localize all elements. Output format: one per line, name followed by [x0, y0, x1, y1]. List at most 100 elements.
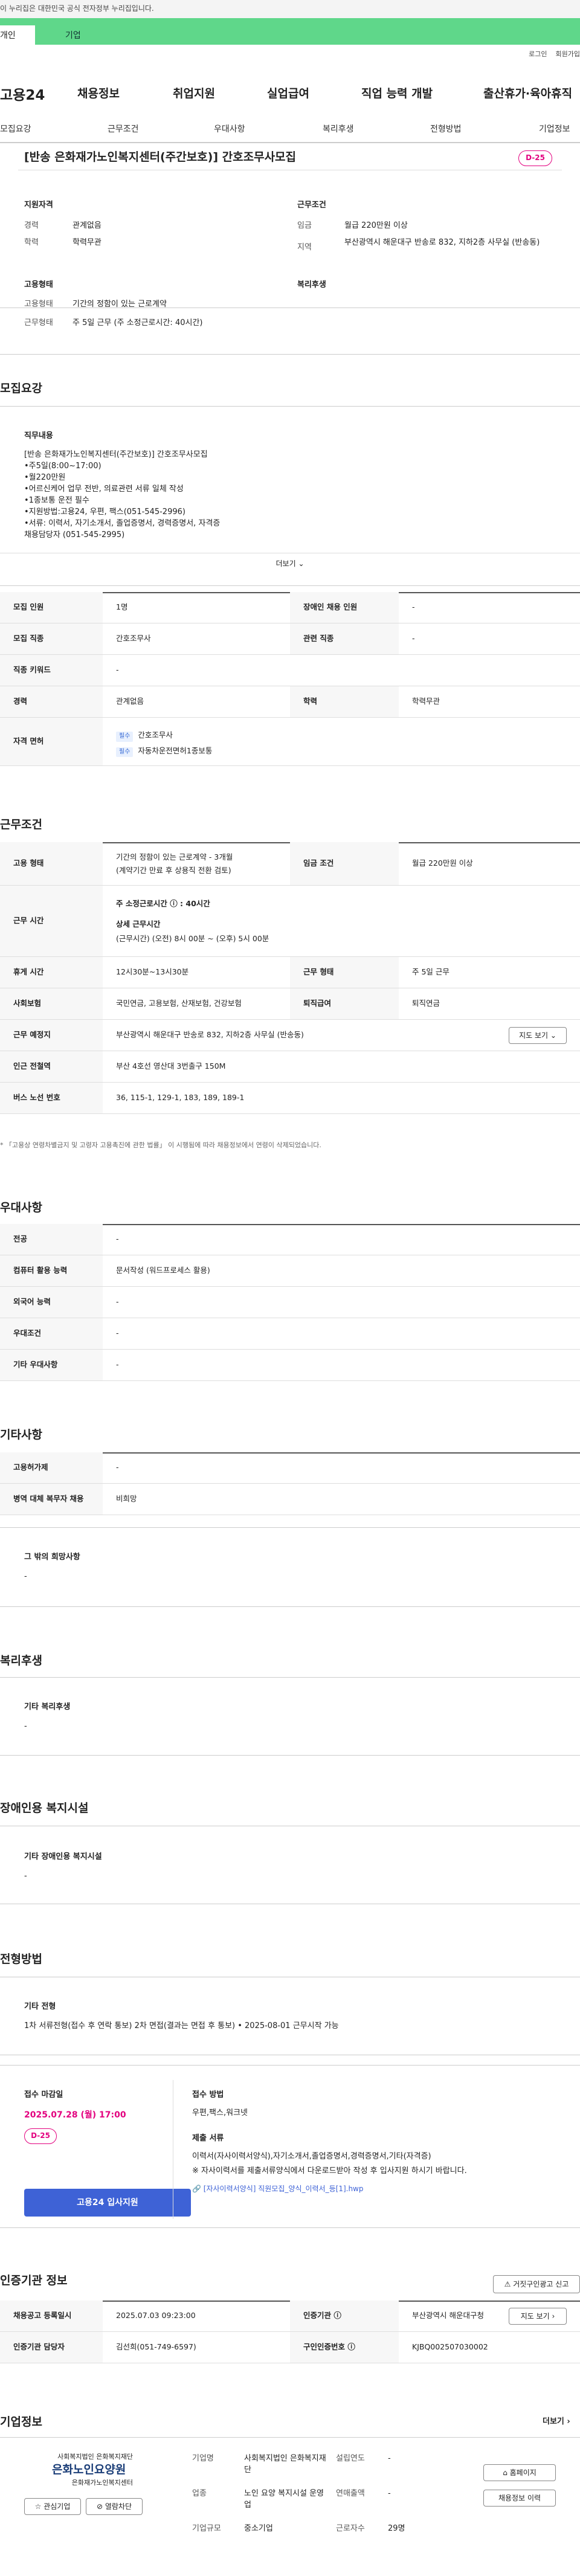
required-tag: 필수 [116, 732, 134, 742]
gnb-jobs[interactable]: 채용정보 [77, 86, 120, 103]
gnb-training[interactable]: 직업 능력 개발 [361, 86, 433, 103]
row-value: 주 5일 근무 [412, 967, 450, 977]
gnb-support[interactable]: 취업지원 [173, 86, 215, 103]
history-button[interactable]: 채용정보 이력 [483, 2490, 556, 2507]
row-label: 경력 [0, 686, 103, 717]
table-row: 기타 우대사항 - [0, 1350, 580, 1381]
snb-pref[interactable]: 우대사항 [214, 123, 245, 135]
emp-type-sub: (계약기간 만료 후 상용직 전환 검토) [116, 866, 231, 875]
row-label: 병역 대체 복무자 채용 [0, 1484, 103, 1515]
row-label: 휴게 시간 [0, 957, 103, 988]
comp-value: 사회복지법인 은화복지재단 [244, 2454, 326, 2475]
row-value: 간호조무사 [116, 634, 151, 643]
qual-label: 경력 [24, 221, 39, 230]
method-value: 우편,팩스,워크넷 [192, 2108, 248, 2117]
tab-individual[interactable]: 개인 [0, 25, 35, 45]
docs-note: ※ 자사이력서를 제출서류양식에서 다운로드받아 작성 후 입사지원 하시기 바… [192, 2166, 467, 2175]
map-button[interactable]: 지도 보기 ⌄ [509, 1027, 567, 1044]
block-button[interactable]: ⊘ 열람차단 [86, 2498, 143, 2515]
table-row: 사회보험 국민연금, 고용보험, 산재보험, 건강보험 퇴직급여 퇴직연금 [0, 988, 580, 1020]
snb-company[interactable]: 기업정보 [539, 123, 570, 135]
section-title-pref: 우대사항 [0, 1201, 42, 1214]
fav-button[interactable]: ☆ 관심기업 [24, 2498, 81, 2515]
row-label: 학력 [290, 686, 399, 717]
row-value: 부산 4호선 영산대 3번출구 150M [116, 1061, 226, 1071]
tab-company[interactable]: 기업 [58, 25, 81, 45]
qual-heading: 지원자격 [24, 201, 53, 210]
row-label: 채용공고 등록일시 [0, 2301, 103, 2331]
report-icon: ⚠ [504, 2280, 511, 2288]
row-label: 임금 조건 [290, 842, 399, 885]
emp-label: 고용형태 [24, 300, 53, 309]
cond-label: 임금 [297, 221, 312, 230]
gnb-benefits[interactable]: 실업급여 [267, 86, 309, 103]
table-row: 컴퓨터 활용 능력 문서작성 (워드프로세스 활용) [0, 1255, 580, 1287]
table-row: 직종 키워드 - [0, 655, 580, 686]
row-label: 고용 형태 [0, 842, 103, 885]
section-title-sel: 전형방법 [0, 1953, 42, 1966]
comp-label: 연매출액 [336, 2489, 365, 2498]
snb-work[interactable]: 근무조건 [108, 123, 139, 135]
row-label: 인증기관 ⓘ [290, 2301, 399, 2331]
row-value: - [412, 602, 415, 612]
comp-more-link[interactable]: 더보기 › [543, 2417, 570, 2428]
table-row: 모집 직종 간호조무사 관련 직종 - [0, 623, 580, 655]
row-value: - [116, 1234, 119, 1244]
other-value: - [24, 1572, 27, 1581]
qual-value: 학력무관 [72, 238, 102, 247]
table-row: 근무 시간 주 소정근로시간 ⓘ : 40시간 상세 근무시간 (근무시간) (… [0, 886, 580, 957]
cert-map-button[interactable]: 지도 보기 › [509, 2308, 567, 2325]
row-label: 인증기관 담당자 [0, 2332, 103, 2363]
snb-welfare[interactable]: 복리후생 [323, 123, 354, 135]
gnb-leave[interactable]: 출산휴가·육아휴직 [483, 86, 572, 103]
signup-link[interactable]: 회원가입 [556, 50, 580, 58]
company-logo: 사회복지법인 은화복지재단 은화노인요양원 은화재가노인복지센터 [52, 2453, 133, 2487]
comp-value: 중소기업 [244, 2524, 273, 2533]
sel-kind-value: 1차 서류전형(접수 후 연락 통보) 2차 면접(결과는 면접 후 통보) •… [24, 2021, 339, 2030]
deadline-value: 2025.07.28 (월) 17:00 [24, 2110, 126, 2120]
user-type-bar [0, 18, 580, 45]
job-summary: [반송 은화재가노인복지센터(주간보호)] 간호조무사모집 D-25 지원자격 … [0, 143, 580, 309]
disab-sub-heading: 기타 장애인용 복지시설 [24, 1852, 102, 1861]
more-button[interactable]: 더보기 ⌄ [0, 559, 580, 569]
row-label: 관련 직종 [290, 623, 399, 654]
row-label: 고용허가제 [0, 1452, 103, 1483]
qual-label: 학력 [24, 238, 39, 247]
row-label: 인근 전철역 [0, 1051, 103, 1082]
emp-value: 기간의 정함이 있는 근로계약 [72, 300, 167, 309]
section-title-work: 근무조건 [0, 818, 42, 831]
table-row: 버스 노선 번호 36, 115-1, 129-1, 183, 189, 189-… [0, 1083, 580, 1114]
snb-req[interactable]: 모집요강 [0, 123, 31, 135]
report-button[interactable]: ⚠ 거짓구인광고 신고 [493, 2275, 580, 2293]
row-value: 2025.07.03 09:23:00 [116, 2311, 196, 2320]
table-row: 외국어 능력 - [0, 1287, 580, 1318]
row-value: - [116, 1297, 119, 1307]
wage-value: 월급 220만원 이상 [412, 858, 473, 868]
row-label: 장애인 채용 인원 [290, 592, 399, 623]
row-value: KJBQ002507030002 [412, 2342, 488, 2352]
sel-kind-heading: 기타 전형 [24, 2002, 56, 2011]
row-value: - [116, 1463, 119, 1472]
comp-label: 근로자수 [336, 2524, 365, 2533]
comp-value: - [388, 2454, 391, 2463]
snb-selection[interactable]: 전형방법 [430, 123, 462, 135]
method-heading: 접수 방법 [192, 2090, 224, 2099]
login-link[interactable]: 로그인 [529, 50, 547, 58]
homepage-button[interactable]: ⌂ 홈페이지 [483, 2464, 556, 2481]
section-title-req: 모집요강 [0, 382, 42, 395]
emp-heading: 고용형태 [24, 280, 53, 289]
other-heading: 그 밖의 희망사항 [24, 1553, 80, 1562]
cond-label: 지역 [297, 243, 312, 252]
file-link[interactable]: 🔗 [자사이력서양식] 직원모집_양식_이력서_등[1].hwp [192, 2184, 364, 2194]
util-menu: 로그인 회원가입 [520, 50, 580, 59]
duty-box: 직무내용 [반송 은화재가노인복지센터(주간보호)] 간호조무사모집 •주5일(8… [0, 406, 580, 586]
welfare-sub-heading: 기타 복리후생 [24, 1702, 71, 1711]
row-label: 사회보험 [0, 988, 103, 1019]
docs-heading: 제출 서류 [192, 2134, 224, 2143]
apply-button[interactable]: 고용24 입사지원 [24, 2189, 191, 2217]
table-row: 인근 전철역 부산 4호선 영산대 3번출구 150M [0, 1051, 580, 1083]
row-label: 근무 시간 [0, 886, 103, 956]
table-row: 근무 예정지 부산광역시 해운대구 반송로 832, 지하2층 사무실 (반송동… [0, 1020, 580, 1051]
site-logo[interactable]: 고용24 [0, 86, 45, 106]
row-value: - [412, 634, 415, 643]
